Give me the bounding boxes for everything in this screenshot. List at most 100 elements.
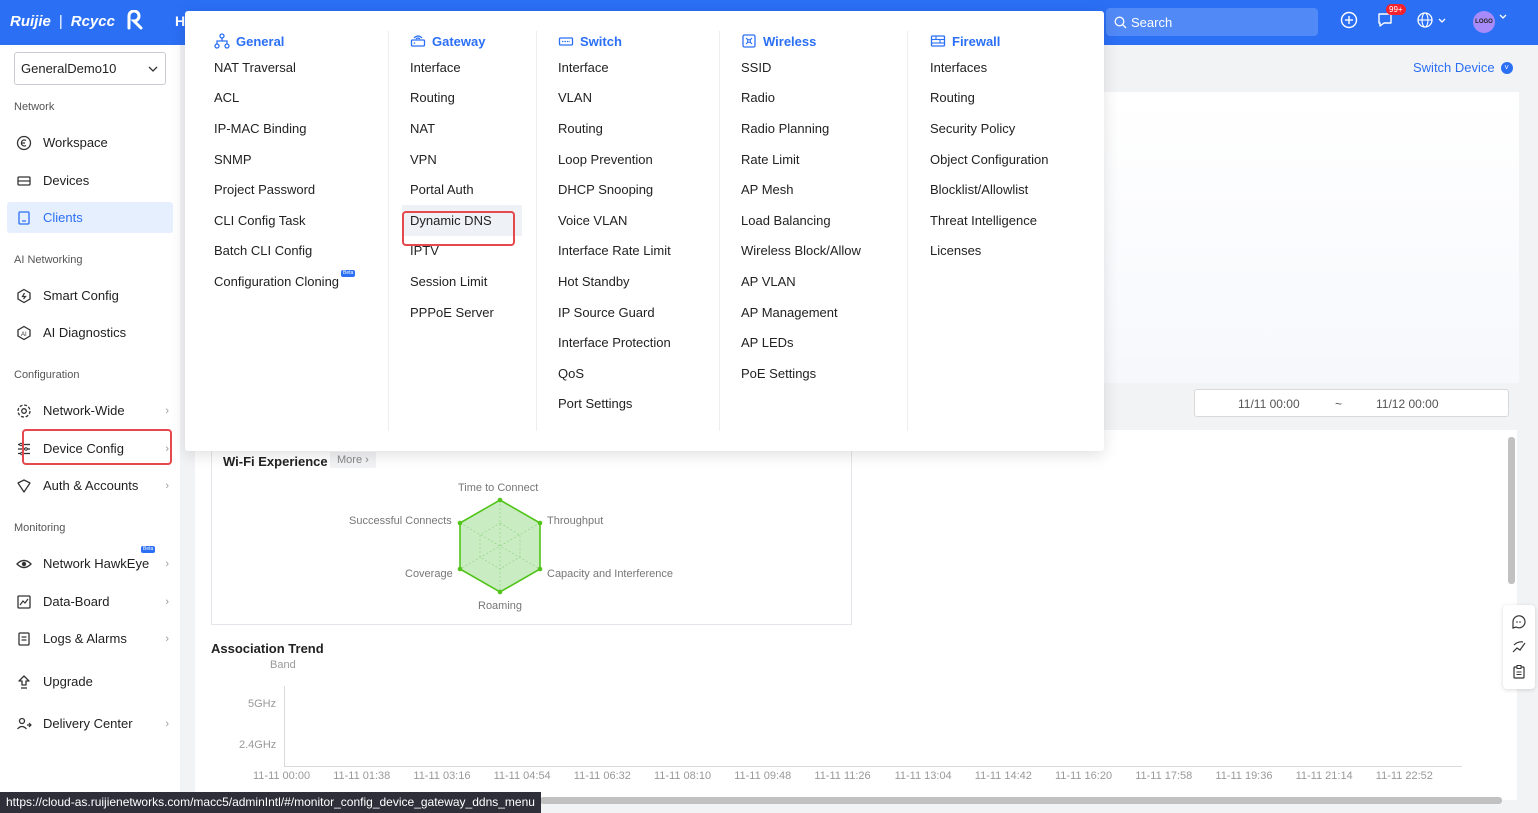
radar-point [457,566,463,572]
more-label: More [337,454,363,466]
menu-item-project-password[interactable]: Project Password [214,174,355,205]
brand-logo[interactable]: Ruijie | Rcycc [10,10,147,32]
sidebar-item-devices[interactable]: Devices [7,165,173,196]
user-avatar[interactable]: LOGO [1473,11,1495,33]
radar-point [497,589,503,595]
menu-item-ap-management[interactable]: AP Management [741,297,861,328]
menu-item-loop-prevention[interactable]: Loop Prevention [558,144,671,175]
menu-item-threat-intelligence[interactable]: Threat Intelligence [930,205,1049,236]
floating-toolbar [1503,605,1535,689]
org-selector[interactable]: GeneralDemo10 [14,52,166,85]
sidebar-item-workspace[interactable]: Workspace [7,127,173,158]
menu-item-switch-routing[interactable]: Routing [558,113,671,144]
menu-item-ip-mac-binding[interactable]: IP-MAC Binding [214,113,355,144]
menu-column-wireless: Wireless SSID Radio Radio Planning Rate … [741,31,861,389]
user-menu-chevron[interactable] [1498,11,1508,21]
radar-point [537,520,543,526]
sidebar-item-network-wide[interactable]: Network-Wide › [7,395,173,426]
menu-item-pppoe-server[interactable]: PPPoE Server [410,297,522,328]
radar-label-successful-connects: Successful Connects [349,515,452,527]
menu-heading-gateway: Gateway [410,31,522,51]
menu-item-qos[interactable]: QoS [558,358,671,389]
menu-item-nat-traversal[interactable]: NAT Traversal [214,52,355,83]
y-tick-2-4ghz: 2.4GHz [239,739,277,751]
chevron-right-icon: › [165,595,169,608]
menu-item-snmp[interactable]: SNMP [214,144,355,175]
search-input[interactable]: Search [1106,8,1318,36]
sidebar-item-smart-config[interactable]: Smart Config [7,280,173,311]
menu-item-voice-vlan[interactable]: Voice VLAN [558,205,671,236]
menu-item-port-settings[interactable]: Port Settings [558,389,671,420]
sidebar-item-logs-alarms[interactable]: Logs & Alarms › [7,623,173,654]
menu-item-load-balancing[interactable]: Load Balancing [741,205,861,236]
switch-icon [558,37,574,46]
menu-item-cli-config-task[interactable]: CLI Config Task [214,205,355,236]
radar-point [497,497,503,503]
menu-item-rate-limit[interactable]: Rate Limit [741,144,861,175]
feedback-icon[interactable] [1511,639,1527,655]
switch-device-button[interactable]: Switch Device ˅ [1413,60,1513,75]
menu-item-hot-standby[interactable]: Hot Standby [558,266,671,297]
menu-item-vlan[interactable]: VLAN [558,83,671,114]
sidebar-item-clients[interactable]: Clients [7,202,173,233]
smart-config-icon [15,287,33,305]
language-button[interactable] [1416,11,1447,29]
menu-item-poe-settings[interactable]: PoE Settings [741,358,861,389]
menu-item-blocklist-allowlist[interactable]: Blocklist/Allowlist [930,174,1049,205]
plus-circle-icon [1340,11,1358,29]
menu-item-interface-protection[interactable]: Interface Protection [558,327,671,358]
menu-item-configuration-cloning[interactable]: Configuration Cloning Beta [214,266,356,297]
menu-item-ssid[interactable]: SSID [741,52,861,83]
date-range-picker[interactable]: 11/11 00:00 ~ 11/12 00:00 [1194,389,1509,417]
date-range-end: 11/12 00:00 [1376,397,1439,411]
menu-item-vpn[interactable]: VPN [410,144,522,175]
menu-item-dhcp-snooping[interactable]: DHCP Snooping [558,174,671,205]
menu-item-ap-leds[interactable]: AP LEDs [741,327,861,358]
clipboard-icon[interactable] [1511,664,1527,680]
menu-item-security-policy[interactable]: Security Policy [930,113,1049,144]
wifi-experience-title: Wi-Fi Experience [223,454,328,469]
menu-item-portal-auth[interactable]: Portal Auth [410,174,522,205]
menu-item-gateway-interface[interactable]: Interface [410,52,522,83]
menu-item-firewall-routing[interactable]: Routing [930,83,1049,114]
menu-item-session-limit[interactable]: Session Limit [410,266,522,297]
menu-item-firewall-interfaces[interactable]: Interfaces [930,52,1049,83]
x-tick-label: 11-11 22:52 [1375,770,1433,782]
menu-item-object-configuration[interactable]: Object Configuration [930,144,1049,175]
sidebar-item-auth-accounts[interactable]: Auth & Accounts › [7,470,173,501]
menu-item-interface-rate-limit[interactable]: Interface Rate Limit [558,236,671,267]
vertical-scrollbar[interactable] [1508,437,1515,584]
menu-item-nat[interactable]: NAT [410,113,522,144]
menu-list-gateway: Interface Routing NAT VPN Portal Auth Dy… [402,52,522,328]
sidebar-item-delivery-center[interactable]: Delivery Center › [7,708,173,739]
menu-divider [719,31,720,431]
more-link[interactable]: More › [330,452,376,468]
menu-item-switch-interface[interactable]: Interface [558,52,671,83]
menu-heading-firewall: Firewall [930,31,1049,51]
menu-item-batch-cli-config[interactable]: Batch CLI Config [214,236,355,267]
sidebar-item-ai-diagnostics[interactable]: AI AI Diagnostics [7,317,173,348]
menu-list-general: NAT Traversal ACL IP-MAC Binding SNMP Pr… [214,52,356,297]
menu-item-ap-vlan[interactable]: AP VLAN [741,266,861,297]
horizontal-scrollbar[interactable] [540,797,1502,804]
nav-home-partial[interactable]: H [175,13,185,29]
menu-item-wireless-block-allow[interactable]: Wireless Block/Allow [741,236,861,267]
menu-item-radio-planning[interactable]: Radio Planning [741,113,861,144]
menu-item-licenses[interactable]: Licenses [930,236,1049,267]
section-configuration: Configuration [14,369,80,381]
menu-item-ip-source-guard[interactable]: IP Source Guard [558,297,671,328]
menu-item-ap-mesh[interactable]: AP Mesh [741,174,861,205]
log-icon [15,630,33,648]
sidebar-item-upgrade[interactable]: Upgrade [7,666,173,697]
menu-list-switch: Interface VLAN Routing Loop Prevention D… [558,52,671,419]
sidebar-item-label: Upgrade [43,674,93,689]
menu-item-radio[interactable]: Radio [741,83,861,114]
chat-support-icon[interactable] [1511,614,1527,630]
eye-icon [15,555,33,573]
menu-item-acl[interactable]: ACL [214,83,355,114]
chevron-right-icon: › [165,404,169,417]
add-button[interactable] [1340,11,1358,29]
x-tick-label: 11-11 09:48 [734,770,792,782]
sidebar-item-data-board[interactable]: Data-Board › [7,586,173,617]
menu-item-gateway-routing[interactable]: Routing [410,83,522,114]
